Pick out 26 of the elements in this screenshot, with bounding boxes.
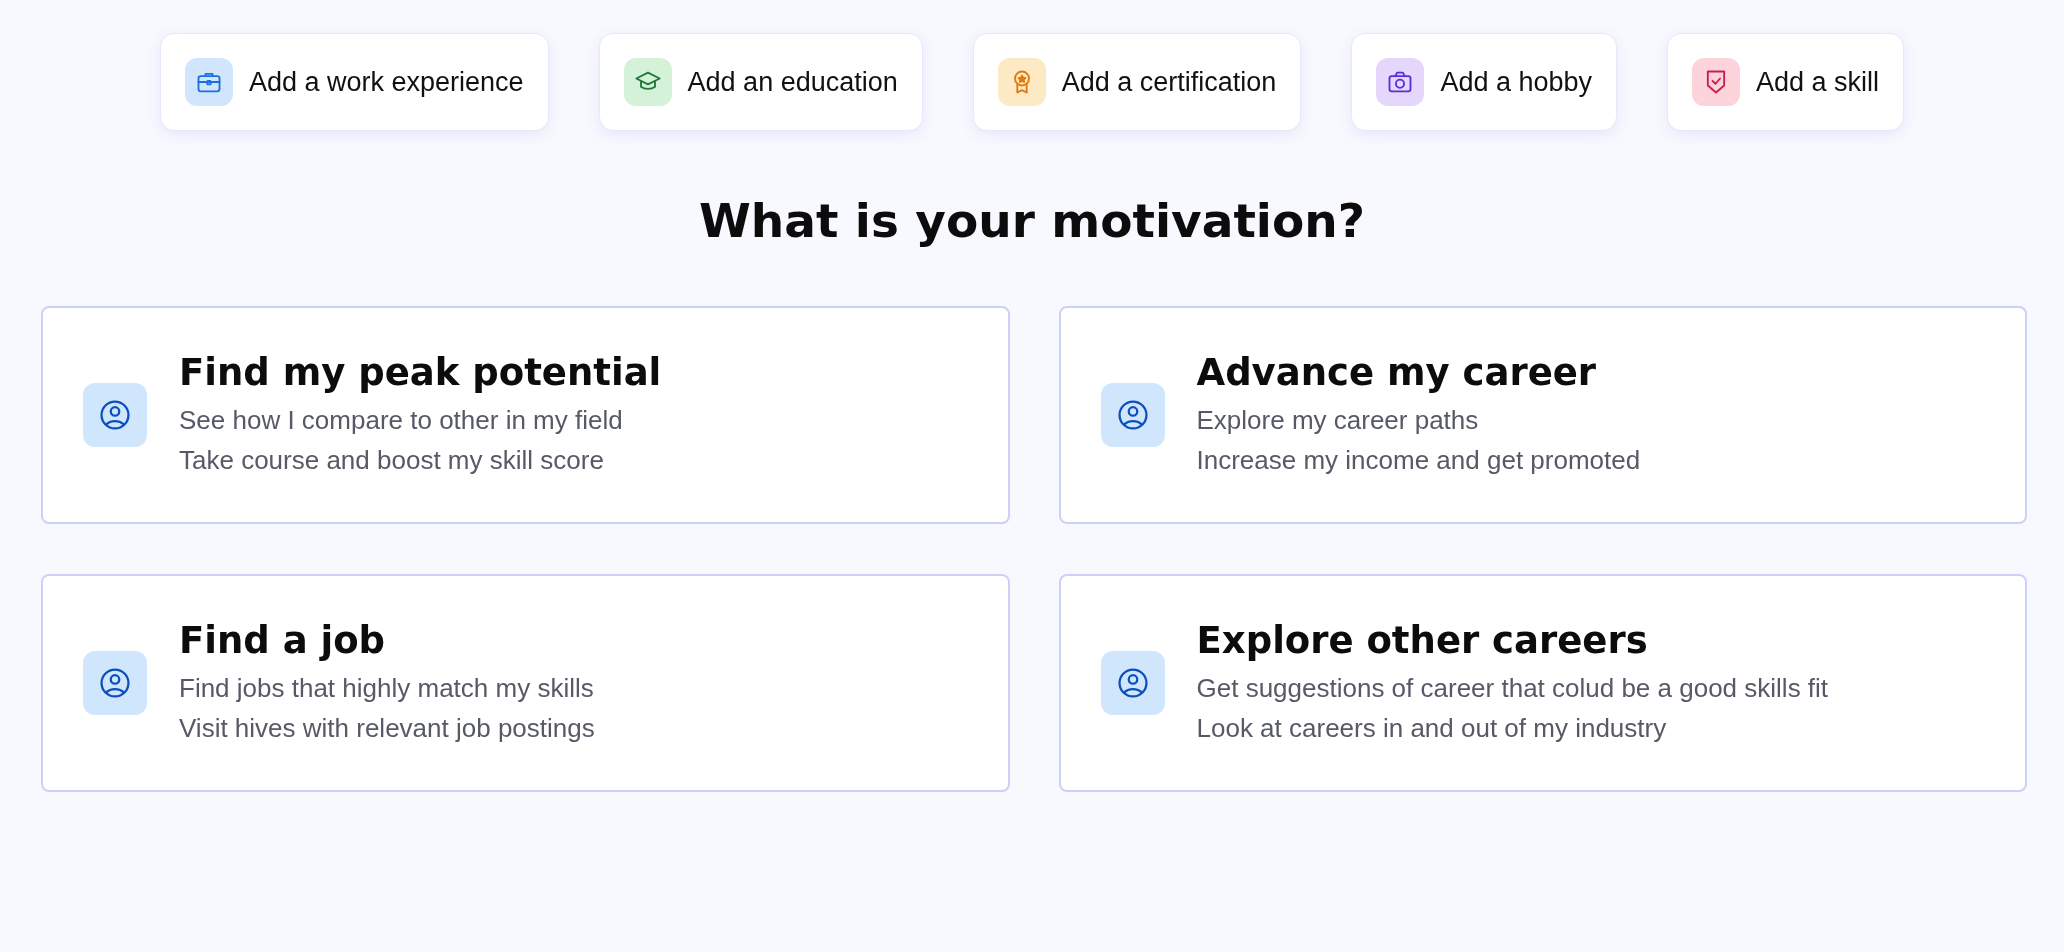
motivation-card[interactable]: Advance my career Explore my career paths Increase my income and get promoted xyxy=(1058,306,2027,524)
card-description: Get suggestions of career that colud be a good skills fit xyxy=(1196,671,1829,705)
card-title: Explore other careers xyxy=(1196,618,1649,662)
user-circle-icon xyxy=(98,666,132,700)
add-button[interactable]: Add a work experience xyxy=(159,33,549,131)
motivation-card[interactable]: Find my peak potential See how I compare to other in my field Take course and boost my skill score xyxy=(41,306,1010,524)
card-description: Find jobs that highly match my skills xyxy=(179,671,595,705)
add-button[interactable]: Add a certification xyxy=(972,33,1302,131)
user-circle-icon xyxy=(98,398,132,432)
add-button[interactable]: Add a hobby xyxy=(1351,33,1617,131)
card-description: Visit hives with relevant job postings xyxy=(179,711,595,745)
card-title: Advance my career xyxy=(1196,350,1598,394)
card-description: See how I compare to other in my field xyxy=(179,403,624,437)
motivation-card[interactable]: Explore other careers Get suggestions of career that colud be a good skills fit Look at careers in and out of my industry xyxy=(1058,574,2027,792)
motivation-card[interactable]: Find a job Find jobs that highly match my skills Visit hives with relevant job postings xyxy=(41,574,1010,792)
card-description: Explore my career paths xyxy=(1196,403,1480,437)
card-title: Find my peak potential xyxy=(179,350,662,394)
card-description: Take course and boost my skill score xyxy=(179,443,605,477)
section-heading: What is your motivation? xyxy=(698,192,1366,250)
add-button[interactable]: Add a skill xyxy=(1667,33,1905,131)
card-title: Find a job xyxy=(179,618,387,662)
card-description: Look at careers in and out of my industry xyxy=(1196,711,1668,745)
card-description: Increase my income and get promoted xyxy=(1196,443,1641,477)
add-button[interactable]: Add an education xyxy=(598,33,923,131)
user-circle-icon xyxy=(1115,398,1150,432)
user-circle-icon xyxy=(1115,666,1150,700)
